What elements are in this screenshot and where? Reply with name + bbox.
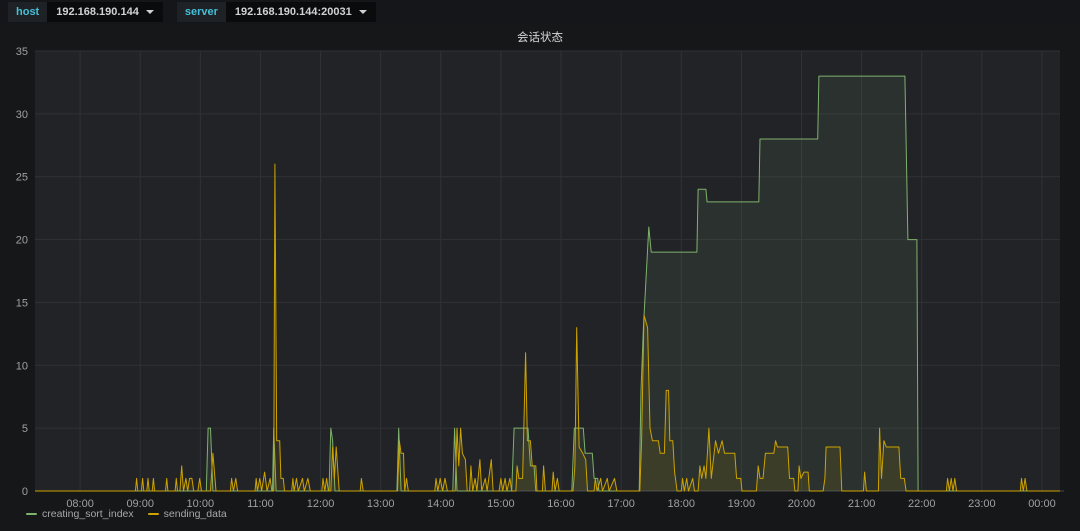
x-axis-tick-label: 14:00 bbox=[427, 498, 455, 510]
server-variable-value: 192.168.190.144:20031 bbox=[235, 6, 352, 18]
y-axis-tick-label: 15 bbox=[16, 297, 28, 309]
x-axis-tick-label: 12:00 bbox=[307, 498, 335, 510]
x-axis-tick-label: 22:00 bbox=[908, 498, 936, 510]
variable-group-host: host 192.168.190.144 bbox=[8, 2, 163, 22]
yellow-series-swatch-icon bbox=[148, 513, 159, 516]
x-axis-tick-label: 23:00 bbox=[968, 498, 996, 510]
host-variable-label: host bbox=[8, 2, 47, 22]
legend-item-creating-sort-index[interactable]: creating_sort_index bbox=[26, 508, 134, 520]
host-variable-value: 192.168.190.144 bbox=[56, 6, 139, 18]
grafana-dashboard: host 192.168.190.144 server 192.168.190.… bbox=[0, 0, 1080, 531]
chart-plot-area[interactable]: 0510152025303508:0009:0010:0011:0012:001… bbox=[0, 24, 1080, 510]
chevron-down-icon bbox=[359, 10, 367, 14]
server-variable-dropdown[interactable]: 192.168.190.144:20031 bbox=[226, 2, 376, 22]
variable-bar: host 192.168.190.144 server 192.168.190.… bbox=[0, 0, 1080, 24]
y-axis-tick-label: 20 bbox=[16, 235, 28, 247]
x-axis-tick-label: 00:00 bbox=[1028, 498, 1056, 510]
y-axis-tick-label: 30 bbox=[16, 109, 28, 121]
x-axis-tick-label: 20:00 bbox=[788, 498, 816, 510]
x-axis-tick-label: 18:00 bbox=[667, 498, 695, 510]
green-series-swatch-icon bbox=[26, 513, 37, 516]
x-axis-tick-label: 16:00 bbox=[547, 498, 575, 510]
y-axis-tick-label: 0 bbox=[22, 486, 28, 498]
server-variable-label: server bbox=[177, 2, 226, 22]
chevron-down-icon bbox=[146, 10, 154, 14]
y-axis-tick-label: 25 bbox=[16, 172, 28, 184]
x-axis-tick-label: 11:00 bbox=[247, 498, 274, 510]
legend-item-sending-data[interactable]: sending_data bbox=[148, 508, 227, 520]
host-variable-dropdown[interactable]: 192.168.190.144 bbox=[47, 2, 163, 22]
x-axis-tick-label: 19:00 bbox=[728, 498, 756, 510]
y-axis-tick-label: 5 bbox=[22, 423, 28, 435]
x-axis-tick-label: 15:00 bbox=[487, 498, 515, 510]
y-axis-tick-label: 35 bbox=[16, 46, 28, 58]
legend-label: creating_sort_index bbox=[42, 508, 134, 520]
legend-label: sending_data bbox=[164, 508, 227, 520]
x-axis-tick-label: 13:00 bbox=[367, 498, 395, 510]
chart-legend: creating_sort_index sending_data bbox=[26, 508, 227, 520]
x-axis-tick-label: 21:00 bbox=[848, 498, 876, 510]
x-axis-tick-label: 17:00 bbox=[607, 498, 635, 510]
y-axis-tick-label: 10 bbox=[16, 360, 28, 372]
variable-group-server: server 192.168.190.144:20031 bbox=[177, 2, 376, 22]
